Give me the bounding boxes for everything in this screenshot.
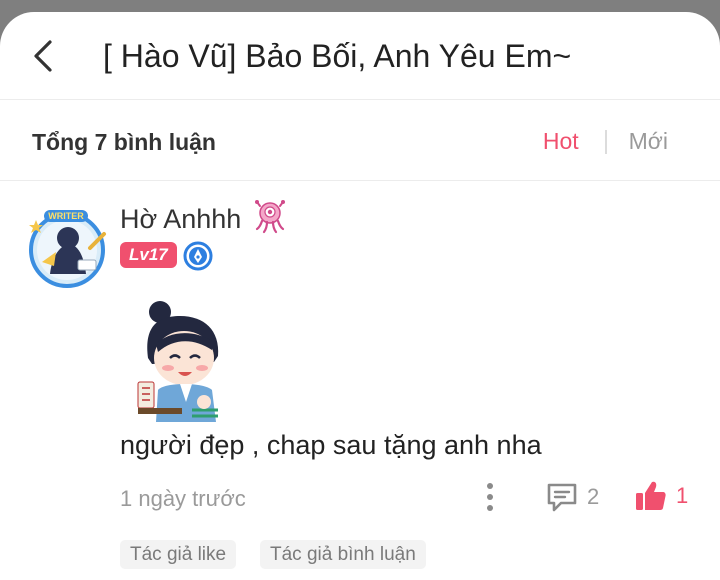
username[interactable]: Hờ Anhhh xyxy=(120,204,241,235)
comment-text: người đẹp , chap sau tặng anh nha xyxy=(120,430,542,460)
comment-bubble-icon xyxy=(547,483,577,512)
sort-hot-tab[interactable]: Hot xyxy=(543,128,579,155)
like-button[interactable]: 1 xyxy=(634,478,688,514)
chevron-left-icon xyxy=(34,40,52,72)
reply-button[interactable]: 2 xyxy=(545,480,599,514)
back-button[interactable] xyxy=(22,34,66,78)
comments-sheet: [ Hào Vũ] Bảo Bối, Anh Yêu Em~ Tổng 7 bì… xyxy=(0,12,720,580)
reply-count: 2 xyxy=(587,484,600,509)
sort-new-tab[interactable]: Mới xyxy=(629,128,668,155)
more-vertical-icon xyxy=(487,483,493,511)
tag-author-commented: Tác giả bình luận xyxy=(260,540,426,569)
comment-item: WRITER Hờ Anhhh Lv17 người đẹp , chap sa… xyxy=(0,182,720,580)
like-count: 1 xyxy=(676,483,689,508)
more-options-button[interactable] xyxy=(480,480,500,514)
level-badge: Lv17 xyxy=(120,242,177,268)
chibi-sticker-icon xyxy=(137,301,219,422)
pen-medal-icon xyxy=(183,241,213,271)
writer-avatar-icon: WRITER xyxy=(29,210,106,288)
avatar[interactable]: WRITER xyxy=(24,204,110,290)
octopus-badge-icon xyxy=(255,200,285,234)
svg-text:WRITER: WRITER xyxy=(48,211,84,221)
sort-switch: Hot Mới xyxy=(543,128,668,155)
sort-divider xyxy=(604,129,607,154)
thumbs-up-icon xyxy=(636,481,666,510)
tag-author-liked: Tác giả like xyxy=(120,540,237,569)
comment-total: Tổng 7 bình luận xyxy=(32,129,216,155)
header: [ Hào Vũ] Bảo Bối, Anh Yêu Em~ xyxy=(0,12,720,100)
comments-toolbar: Tổng 7 bình luận Hot Mới xyxy=(0,101,720,181)
page-title: [ Hào Vũ] Bảo Bối, Anh Yêu Em~ xyxy=(103,38,572,74)
comment-time: 1 ngày trước xyxy=(120,486,246,511)
